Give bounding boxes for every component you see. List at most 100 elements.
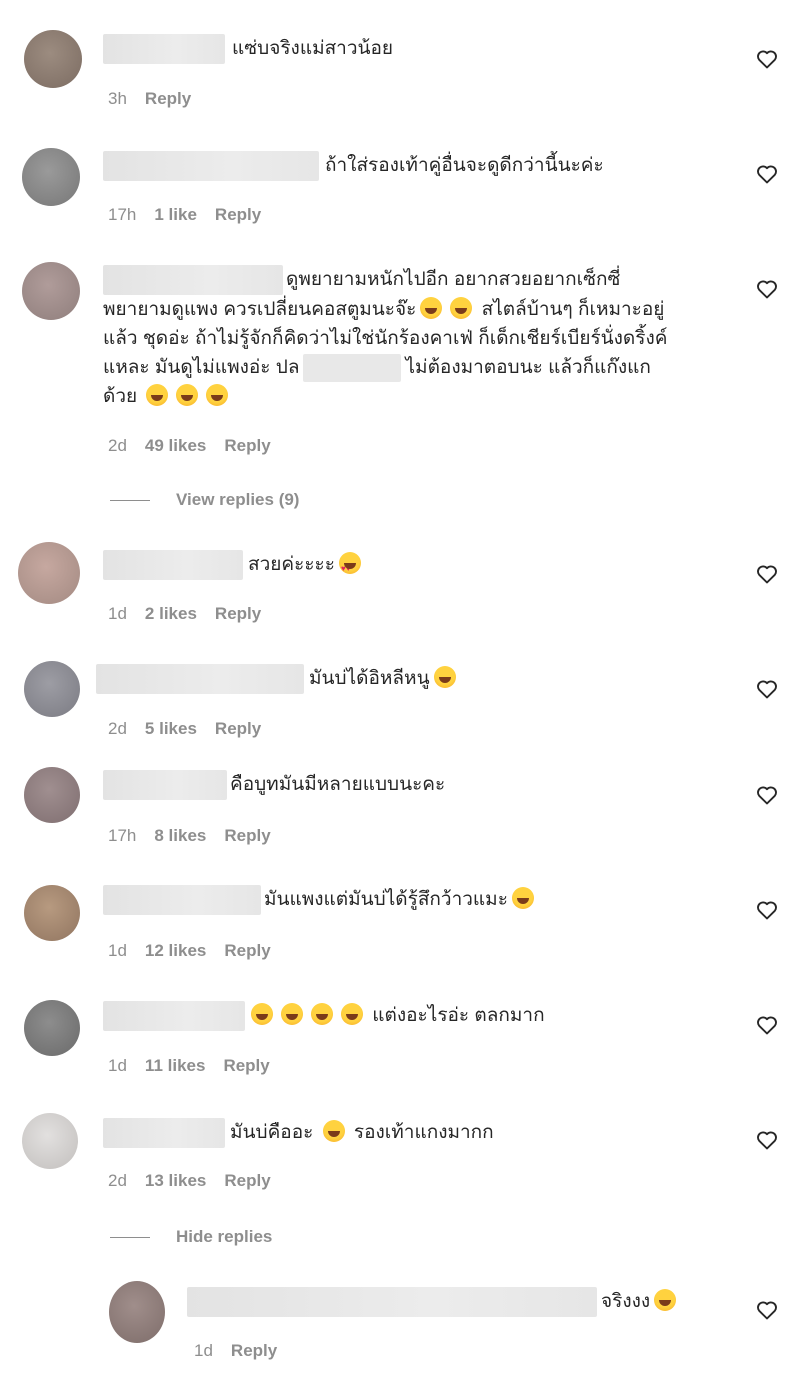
view-replies-button[interactable]: View replies (9) xyxy=(110,490,299,510)
avatar[interactable] xyxy=(22,262,80,320)
like-count[interactable]: 1 like xyxy=(154,205,197,224)
comment-text: ด้วย xyxy=(103,386,138,407)
avatar[interactable] xyxy=(22,1113,78,1169)
comment-text: รองเท้าแกงมากก xyxy=(353,1122,494,1143)
comment-text: แต่งอะไรอ่ะ ตลกมาก xyxy=(247,1001,545,1031)
comment-time: 2d xyxy=(108,436,127,455)
comment-text: มันแพงแต่มันบ่ได้รู้สึกว้าวแมะ xyxy=(264,885,538,915)
username-redacted[interactable] xyxy=(96,664,304,694)
avatar[interactable] xyxy=(22,148,80,206)
username-redacted[interactable] xyxy=(103,1001,245,1031)
comment-text-line: แล้ว ชุดอ่ะ ถ้าไม่รู้จักก็คิดว่าไม่ใช่นั… xyxy=(103,328,668,349)
reply-button[interactable]: Reply xyxy=(215,604,261,623)
like-count[interactable]: 5 likes xyxy=(145,719,197,738)
avatar[interactable] xyxy=(24,1000,80,1056)
heart-eyes-emoji xyxy=(338,552,361,584)
comment-text: แต่งอะไรอ่ะ ตลกมาก xyxy=(372,1005,545,1026)
reply-button[interactable]: Reply xyxy=(224,1171,270,1190)
comment-meta: 1d 11 likes Reply xyxy=(108,1056,288,1076)
comment-text: มันบ่ได้อิหลีหนู xyxy=(309,664,460,694)
comment-text-line: ดูพยายามหนักไปอีก อยากสวยอยากเซ็กซี่ xyxy=(286,269,621,290)
avatar[interactable] xyxy=(109,1281,165,1343)
comment-time: 1d xyxy=(194,1341,213,1360)
username-redacted[interactable] xyxy=(103,151,319,181)
comment-text: สวยค่ะะะะ xyxy=(248,550,365,584)
avatar[interactable] xyxy=(24,30,82,88)
heart-outline-icon[interactable] xyxy=(755,783,779,807)
comment-text: สไตล์บ้านๆ ก็เหมาะอยู่ xyxy=(481,299,665,320)
comment-time: 1d xyxy=(108,604,127,623)
comment-meta: 17h 1 like Reply xyxy=(108,205,279,225)
like-count[interactable]: 8 likes xyxy=(154,826,206,845)
heart-outline-icon[interactable] xyxy=(755,1298,779,1322)
tears-of-joy-emoji xyxy=(420,297,443,319)
heart-outline-icon[interactable] xyxy=(755,47,779,71)
avatar[interactable] xyxy=(24,661,80,717)
like-count[interactable]: 13 likes xyxy=(145,1171,206,1190)
comment-meta: 2d 5 likes Reply xyxy=(108,719,279,739)
comment-text: มันบ่คืออะ xyxy=(230,1122,314,1143)
like-count[interactable]: 12 likes xyxy=(145,941,206,960)
username-redacted[interactable] xyxy=(187,1287,597,1317)
comment-time: 17h xyxy=(108,205,137,224)
comment-text: คือบูทมันมีหลายแบบนะคะ xyxy=(230,774,446,795)
comment-text: แซ่บจริงแม่สาวน้อย xyxy=(232,38,394,59)
heart-outline-icon[interactable] xyxy=(755,1013,779,1037)
comment-text: พยายามดูแพง ควรเปลี่ยนคอสตูมนะจ๊ะ xyxy=(103,299,417,320)
avatar[interactable] xyxy=(18,542,80,604)
reply-button[interactable]: Reply xyxy=(224,436,270,455)
hide-replies-button[interactable]: Hide replies xyxy=(110,1227,272,1247)
heart-outline-icon[interactable] xyxy=(755,898,779,922)
comment-text-line: พยายามดูแพง ควรเปลี่ยนคอสตูมนะจ๊ะ สไตล์บ… xyxy=(103,295,664,325)
view-replies-label: View replies (9) xyxy=(176,490,300,509)
comment-text: จริงงง xyxy=(601,1291,651,1312)
comment-text: ถ้าใส่รองเท้าคู่อื่นจะดูดีกว่านี้นะค่ะ xyxy=(325,155,604,176)
comment-meta: 3h Reply xyxy=(108,89,209,109)
comment-text: ไม่ต้องมาตอบนะ แล้วก็แก๊งแก xyxy=(405,357,651,378)
heart-outline-icon[interactable] xyxy=(755,562,779,586)
username-redacted[interactable] xyxy=(103,885,261,915)
reply-button[interactable]: Reply xyxy=(223,1056,269,1075)
tears-of-joy-emoji xyxy=(450,297,473,319)
reply-button[interactable]: Reply xyxy=(224,941,270,960)
like-count[interactable]: 11 likes xyxy=(145,1056,206,1075)
comment-text-line: ด้วย xyxy=(103,382,232,412)
comment-time: 1d xyxy=(108,941,127,960)
mention-redacted[interactable] xyxy=(303,353,402,382)
avatar[interactable] xyxy=(24,767,80,823)
tears-of-joy-emoji xyxy=(511,887,534,909)
tears-of-joy-emoji xyxy=(433,666,456,688)
username-redacted[interactable] xyxy=(103,1118,225,1148)
comment-meta: 1d 2 likes Reply xyxy=(108,604,279,624)
like-count[interactable]: 2 likes xyxy=(145,604,197,623)
divider-line xyxy=(110,1237,150,1239)
comment-text: มันบ่คืออะ รองเท้าแกงมากก xyxy=(230,1118,494,1148)
reply-button[interactable]: Reply xyxy=(215,719,261,738)
comment-meta: 2d 13 likes Reply xyxy=(108,1171,289,1191)
heart-outline-icon[interactable] xyxy=(755,162,779,186)
tears-of-joy-emoji xyxy=(341,1003,363,1025)
comment-time: 3h xyxy=(108,89,127,108)
reply-button[interactable]: Reply xyxy=(215,205,261,224)
avatar[interactable] xyxy=(24,885,80,941)
comment-text: สวยค่ะะะะ xyxy=(248,554,335,575)
reply-button[interactable]: Reply xyxy=(145,89,191,108)
hide-replies-label: Hide replies xyxy=(176,1227,273,1246)
comment-meta: 17h 8 likes Reply xyxy=(108,826,289,846)
tears-of-joy-emoji xyxy=(311,1003,333,1025)
heart-outline-icon[interactable] xyxy=(755,677,779,701)
username-redacted[interactable] xyxy=(103,265,283,295)
tears-of-joy-emoji xyxy=(322,1120,345,1142)
like-count[interactable]: 49 likes xyxy=(145,436,206,455)
comment-text: มันบ่ได้อิหลีหนู xyxy=(309,668,430,689)
reply-button[interactable]: Reply xyxy=(231,1341,277,1360)
reply-button[interactable]: Reply xyxy=(224,826,270,845)
comment-text-line: แหละ มันดูไม่แพงอ่ะ ปล ไม่ต้องมาตอบนะ แล้… xyxy=(103,353,651,383)
comment-time: 2d xyxy=(108,1171,127,1190)
heart-outline-icon[interactable] xyxy=(755,277,779,301)
username-redacted[interactable] xyxy=(103,550,243,580)
heart-outline-icon[interactable] xyxy=(755,1128,779,1152)
username-redacted[interactable] xyxy=(103,770,227,800)
comment-time: 2d xyxy=(108,719,127,738)
username-redacted[interactable] xyxy=(103,34,225,64)
